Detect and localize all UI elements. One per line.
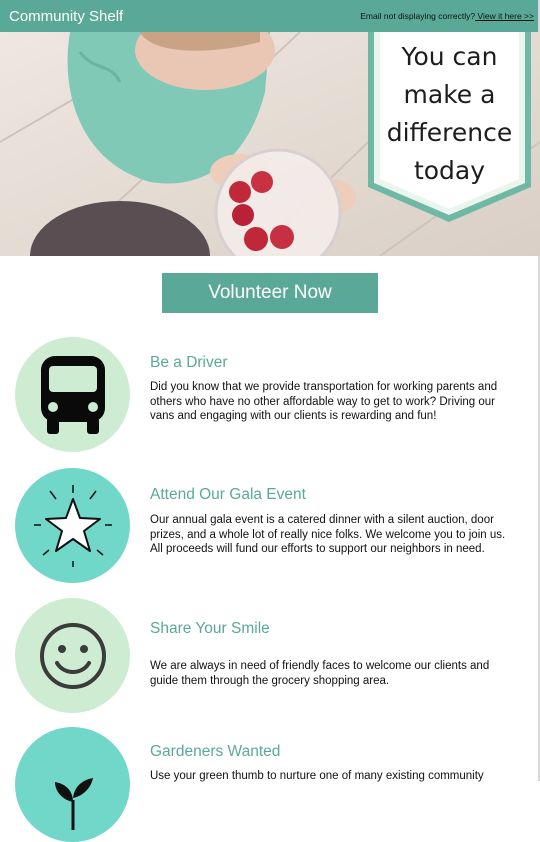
item-title-gala[interactable]: Attend Our Gala Event [150, 486, 306, 504]
banner-ribbon: You can make a difference today [368, 32, 531, 222]
view-online-link[interactable]: View it here >> [475, 11, 534, 21]
star-icon [33, 484, 112, 567]
bus-icon-circle [15, 337, 130, 452]
item-title-gardeners[interactable]: Gardeners Wanted [150, 743, 280, 761]
plant-icon [54, 777, 93, 830]
banner-line: make a [403, 80, 496, 109]
email-note-text: Email not displaying correctly? [360, 11, 476, 21]
star-icon-circle [15, 468, 130, 583]
item-title-driver[interactable]: Be a Driver [150, 354, 228, 372]
item-desc-smile: We are always in need of friendly faces … [150, 660, 490, 687]
banner-text: You can make a difference today [368, 38, 531, 190]
email-note: Email not displaying correctly? View it … [360, 11, 534, 21]
plant-icon-circle [15, 727, 130, 842]
brand-name: Community Shelf [9, 7, 124, 25]
smiley-face-icon-circle [15, 598, 130, 713]
banner-line: today [413, 156, 486, 185]
banner-line: You can [401, 42, 498, 71]
header-bar: Community Shelf Email not displaying cor… [0, 0, 540, 32]
banner-line: difference [386, 118, 513, 147]
item-title-smile[interactable]: Share Your Smile [150, 620, 270, 638]
cta-wrap: Volunteer Now [0, 273, 540, 313]
volunteer-now-button[interactable]: Volunteer Now [162, 273, 378, 313]
smiley-face-icon [39, 622, 106, 689]
bus-icon [40, 355, 105, 434]
item-desc-driver: Did you know that we provide transportat… [150, 381, 498, 422]
item-desc-gala: Our annual gala event is a catered dinne… [150, 514, 506, 555]
item-desc-gardeners: Use your green thumb to nurture one of m… [150, 770, 484, 782]
